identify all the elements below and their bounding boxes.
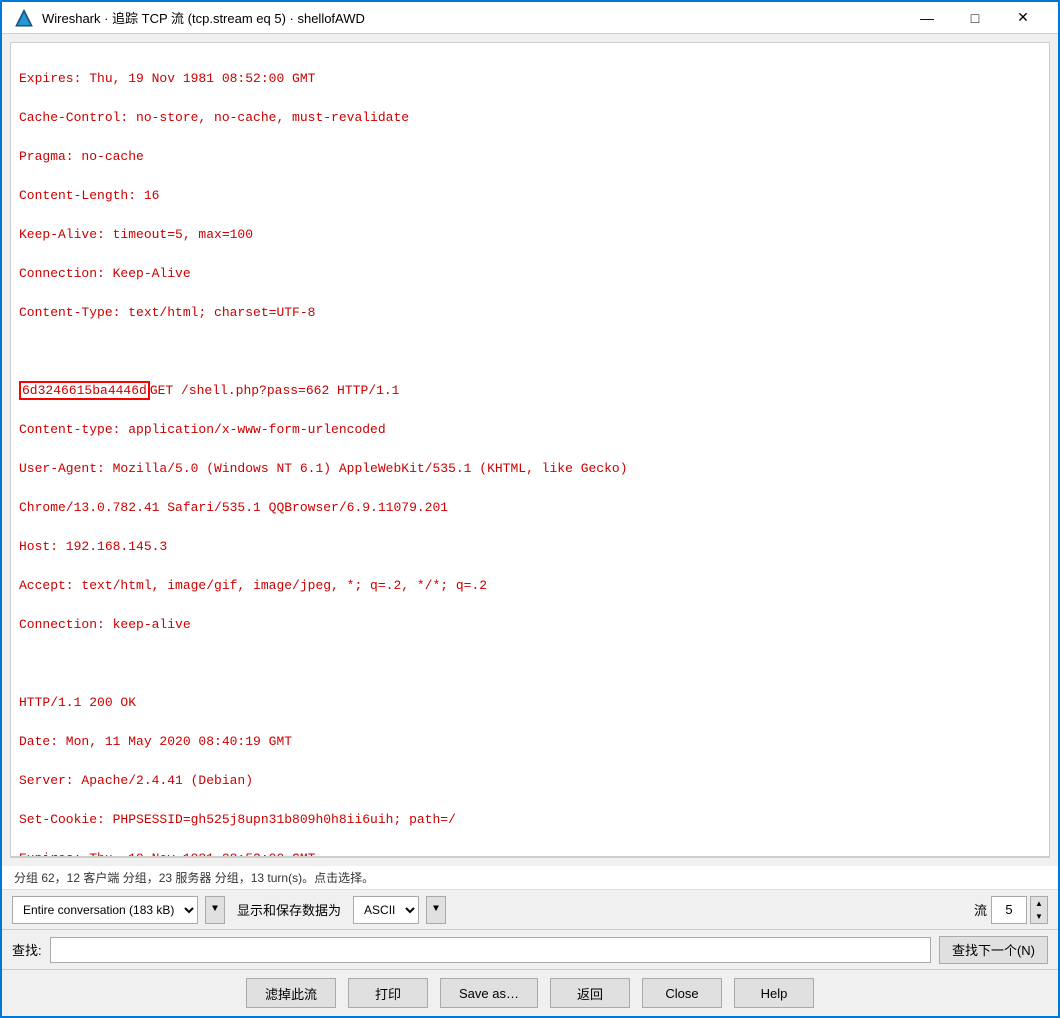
window-title: Wireshark · 追踪 TCP 流 (tcp.stream eq 5) ·…: [42, 8, 904, 27]
bottom-buttons: 滤掉此流 打印 Save as… 返回 Close Help: [2, 970, 1058, 1016]
encoding-dropdown-arrow[interactable]: ▼: [426, 896, 446, 924]
chevron-down-icon-2: ▼: [433, 904, 439, 915]
hex-block: 6d3246615ba4446d: [19, 381, 150, 400]
save-as-button[interactable]: Save as…: [440, 978, 538, 1008]
stream-line: Date: Mon, 11 May 2020 08:40:19 GMT: [19, 732, 1041, 752]
search-row: 查找: 查找下一个(N): [2, 930, 1058, 970]
status-text: 分组 62，12 客户端 分组，23 服务器 分组，13 turn(s)。点击选…: [14, 869, 374, 886]
stream-line: Content-Type: text/html; charset=UTF-8: [19, 303, 1041, 323]
stream-line: Host: 192.168.145.3: [19, 537, 1041, 557]
print-button[interactable]: 打印: [348, 978, 428, 1008]
stream-line: Keep-Alive: timeout=5, max=100: [19, 225, 1041, 245]
status-bar: 分组 62，12 客户端 分组，23 服务器 分组，13 turn(s)。点击选…: [2, 866, 1058, 890]
stream-line: Set-Cookie: PHPSESSID=gh525j8upn31b809h0…: [19, 810, 1041, 830]
stream-line: HTTP/1.1 200 OK: [19, 693, 1041, 713]
find-next-button[interactable]: 查找下一个(N): [939, 936, 1048, 964]
app-icon: [14, 8, 34, 28]
stream-line: Cache-Control: no-store, no-cache, must-…: [19, 108, 1041, 128]
stream-content[interactable]: Expires: Thu, 19 Nov 1981 08:52:00 GMT C…: [11, 43, 1049, 857]
stream-empty-line: [19, 654, 1041, 674]
back-button[interactable]: 返回: [550, 978, 630, 1008]
conversation-dropdown[interactable]: Entire conversation (183 kB): [12, 896, 198, 924]
stream-line: Connection: Keep-Alive: [19, 264, 1041, 284]
filter-button[interactable]: 滤掉此流: [246, 978, 336, 1008]
stream-label-text: 流: [974, 900, 987, 919]
stream-line: Content-type: application/x-www-form-url…: [19, 420, 1041, 440]
stream-empty-line: [19, 342, 1041, 362]
stream-line: Server: Apache/2.4.41 (Debian): [19, 771, 1041, 791]
window-controls: — □ ✕: [904, 3, 1046, 33]
minimize-button[interactable]: —: [904, 3, 950, 33]
close-button-bottom[interactable]: Close: [642, 978, 722, 1008]
stream-spinner-up[interactable]: ▲: [1031, 897, 1047, 910]
stream-number: 5: [991, 896, 1027, 924]
conversation-dropdown-arrow[interactable]: ▼: [205, 896, 225, 924]
encoding-dropdown[interactable]: ASCII: [353, 896, 419, 924]
stream-line: User-Agent: Mozilla/5.0 (Windows NT 6.1)…: [19, 459, 1041, 479]
close-button[interactable]: ✕: [1000, 3, 1046, 33]
stream-line: Chrome/13.0.782.41 Safari/535.1 QQBrowse…: [19, 498, 1041, 518]
help-button[interactable]: Help: [734, 978, 814, 1008]
search-label: 查找:: [12, 940, 42, 959]
stream-selector: 流 5 ▲ ▼: [974, 896, 1048, 924]
title-bar: Wireshark · 追踪 TCP 流 (tcp.stream eq 5) ·…: [2, 2, 1058, 34]
stream-line-hex: 6d3246615ba4446dGET /shell.php?pass=662 …: [19, 381, 1041, 401]
controls-row: Entire conversation (183 kB) ▼ 显示和保存数据为 …: [2, 890, 1058, 930]
stream-line: Pragma: no-cache: [19, 147, 1041, 167]
stream-line: Expires: Thu, 19 Nov 1981 08:52:00 GMT: [19, 849, 1041, 858]
stream-line: Content-Length: 16: [19, 186, 1041, 206]
stream-line: Connection: keep-alive: [19, 615, 1041, 635]
maximize-button[interactable]: □: [952, 3, 998, 33]
chevron-down-icon: ▼: [212, 904, 218, 915]
stream-spinner-down[interactable]: ▼: [1031, 910, 1047, 923]
stream-line: Expires: Thu, 19 Nov 1981 08:52:00 GMT: [19, 69, 1041, 89]
encoding-label: 显示和保存数据为: [237, 900, 341, 919]
search-input[interactable]: [50, 937, 931, 963]
stream-line: Accept: text/html, image/gif, image/jpeg…: [19, 576, 1041, 596]
stream-spinner: ▲ ▼: [1030, 896, 1048, 924]
main-area: Expires: Thu, 19 Nov 1981 08:52:00 GMT C…: [10, 42, 1050, 858]
